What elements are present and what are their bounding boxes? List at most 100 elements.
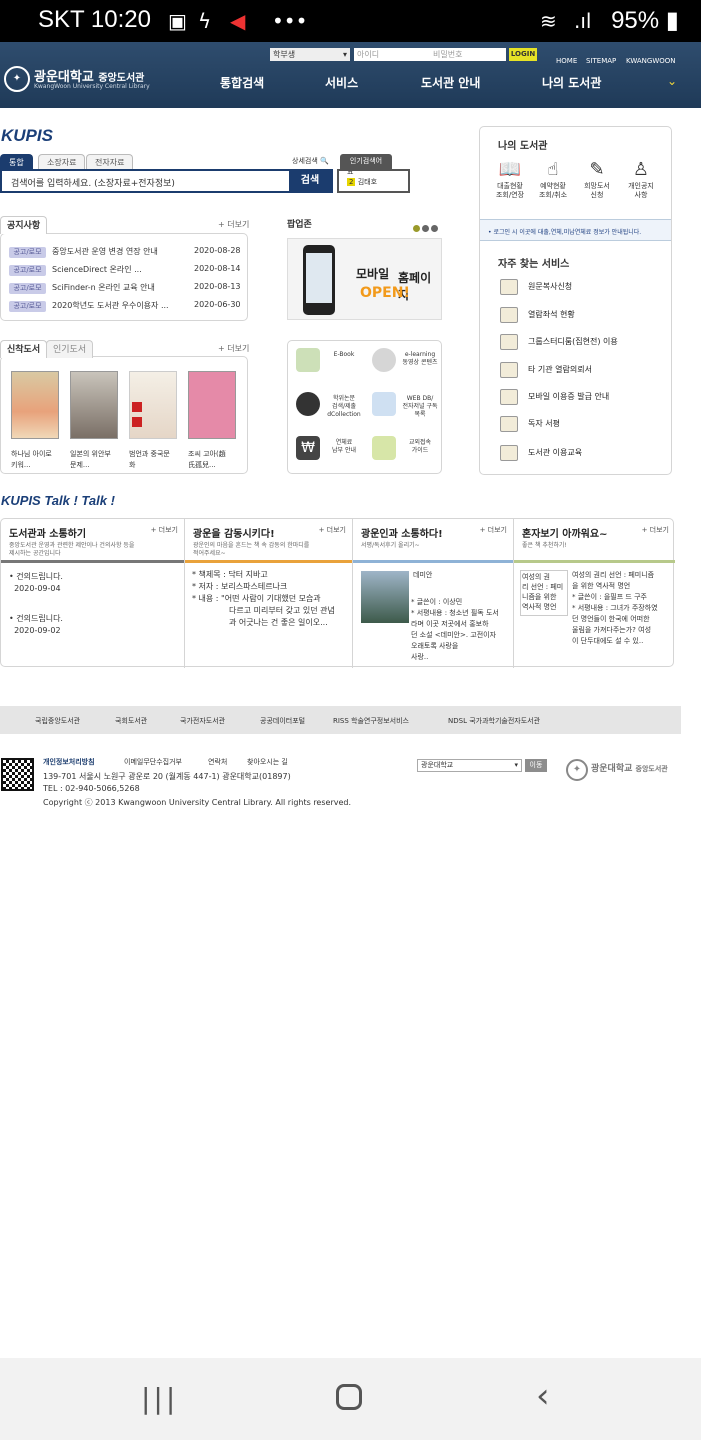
talk-post[interactable]: • 건의드립니다. 2020-09-04 bbox=[9, 571, 63, 595]
notice-row[interactable]: 공고/로모 2020학년도 도서관 우수이용자 ... 2020-06-30 bbox=[9, 299, 243, 315]
notice-title[interactable]: 중앙도서관 운영 변경 연장 안내 bbox=[52, 246, 192, 257]
tab-notice[interactable]: 공지사항 bbox=[0, 216, 48, 234]
talk-quote[interactable]: * 책제목 : 닥터 지바고 * 저자 : 보리스파스테르나크 * 내용 : "어떤… bbox=[192, 569, 350, 629]
book-caption[interactable]: 조씨 고아(趙 氏孤兒... bbox=[188, 449, 240, 471]
notice-category: 공고/로모 bbox=[9, 247, 46, 258]
talk-header: 도서관과 소통하기 중앙도서관 운영과 관련한 제안이나 건의사항 등을 제시하는 … bbox=[1, 519, 184, 563]
nav-my-library[interactable]: 나의 도서관 bbox=[542, 74, 601, 91]
dcollection-link[interactable]: 학위논문 검색/제출 dCollection bbox=[290, 386, 364, 426]
tab-new-books[interactable]: 신착도서 bbox=[0, 340, 48, 358]
freq-service-item[interactable]: 모바일 이용증 발급 안내 bbox=[500, 387, 670, 407]
freq-service-item[interactable]: 그룹스터디룸(집현전) 이용 bbox=[500, 332, 670, 352]
talk-more-link[interactable]: + 더보기 bbox=[642, 525, 669, 535]
email-refusal-link[interactable]: 이메일무단수집거부 bbox=[124, 757, 182, 767]
notice-row[interactable]: 공고/로모 ScienceDirect 온라인 ... 2020-08-14 bbox=[9, 263, 243, 279]
tab-integrated[interactable]: 통합 bbox=[0, 154, 33, 170]
popup-dot[interactable] bbox=[431, 225, 438, 232]
wifi-icon: ≋ bbox=[540, 9, 557, 33]
related-site-link[interactable]: RISS 학술연구정보서비스 bbox=[333, 716, 409, 726]
popup-dot[interactable] bbox=[413, 225, 420, 232]
recent-apps-icon[interactable]: ||| bbox=[141, 1382, 178, 1415]
overdue-fee-link[interactable]: ₩ 연체료 납부 안내 bbox=[290, 430, 364, 470]
recommend-text[interactable]: 여성의 권리 선언 : 페미니즘 을 위한 역사적 명언 * 글쓴이 : 을필프 드… bbox=[572, 570, 672, 647]
nav-library-info[interactable]: 도서관 안내 bbox=[421, 74, 480, 91]
related-site-link[interactable]: 국립중앙도서관 bbox=[35, 716, 80, 726]
home-link[interactable]: HOME bbox=[556, 57, 577, 65]
book-cover[interactable] bbox=[188, 371, 236, 439]
search-placeholder: 검색어를 입력하세요. (소장자료+전자정보) bbox=[11, 179, 175, 189]
book-caption[interactable]: 일본의 위안부 문제... bbox=[70, 449, 122, 471]
banner-line1: 모바일 bbox=[356, 267, 390, 281]
popup-dot[interactable] bbox=[422, 225, 429, 232]
book-caption[interactable]: 범언과 중국문 화 bbox=[129, 449, 181, 471]
contact-link[interactable]: 연락처 bbox=[208, 757, 227, 767]
book-cover[interactable] bbox=[70, 371, 118, 439]
go-button[interactable]: 이동 bbox=[525, 759, 547, 772]
elearning-link[interactable]: e-learning 동영상 콘텐츠 bbox=[366, 342, 440, 382]
webdb-link[interactable]: WEB DB/전자저널 구독목록 bbox=[366, 386, 440, 426]
tab-holdings[interactable]: 소장자료 bbox=[38, 154, 86, 170]
book-cover[interactable] bbox=[11, 371, 59, 439]
reservation-link[interactable]: ☝ 예약현황 조회/취소 bbox=[531, 158, 575, 200]
sitemap-link[interactable]: SITEMAP bbox=[586, 57, 616, 65]
books-more-link[interactable]: + 더보기 bbox=[218, 343, 249, 354]
notice-row[interactable]: 공고/로모 중앙도서관 운영 변경 연장 안내 2020-08-28 bbox=[9, 245, 243, 261]
freq-service-item[interactable]: 도서관 이용교육 bbox=[500, 443, 670, 463]
chevron-down-icon[interactable]: ⌄ bbox=[667, 74, 677, 88]
talk-more-link[interactable]: + 더보기 bbox=[319, 525, 346, 535]
review-book-title[interactable]: 데미안 bbox=[413, 569, 432, 581]
home-icon[interactable] bbox=[336, 1384, 362, 1410]
kwangwoon-link[interactable]: KWANGWOON bbox=[626, 57, 676, 65]
related-site-link[interactable]: NDSL 국가과학기술전자도서관 bbox=[448, 716, 540, 726]
search-input[interactable]: 검색어를 입력하세요. (소장자료+전자정보) 검색 bbox=[0, 169, 333, 193]
login-button[interactable]: LOGIN bbox=[509, 48, 537, 61]
megaphone-icon: ◀ bbox=[230, 9, 246, 33]
personal-notice-link[interactable]: ♙ 개인공지 사항 bbox=[619, 158, 663, 200]
back-icon[interactable]: ‹ bbox=[536, 1376, 550, 1416]
university-seal-icon[interactable]: ✦ bbox=[4, 66, 30, 92]
notice-title[interactable]: ScienceDirect 온라인 ... bbox=[52, 264, 192, 275]
mobile-homepage-banner[interactable]: 모바일 홈페이지 OPEN! bbox=[287, 238, 442, 320]
qr-code-icon[interactable] bbox=[1, 758, 34, 791]
directions-link[interactable]: 찾아오시는 길 bbox=[247, 757, 288, 767]
nav-search[interactable]: 통합검색 bbox=[220, 74, 264, 91]
popular-keyword[interactable]: 요 bbox=[347, 171, 408, 177]
site-select[interactable]: 광운대학교 ▾ bbox=[417, 759, 522, 772]
freq-service-item[interactable]: 타 기관 열람의뢰서 bbox=[500, 360, 670, 380]
book-cover[interactable] bbox=[129, 371, 177, 439]
loan-status-link[interactable]: 📖 대출현황 조회/연장 bbox=[488, 158, 532, 200]
request-book-link[interactable]: ✎ 희망도서 신청 bbox=[575, 158, 619, 200]
review-book-cover[interactable] bbox=[361, 571, 409, 623]
recommend-book-image[interactable]: 여성의 권리 선언 : 페미 니즘을 위한 역사적 명언 bbox=[520, 570, 568, 616]
tab-e-resources[interactable]: 전자자료 bbox=[86, 154, 134, 170]
password-input[interactable]: 비밀번호 bbox=[430, 48, 506, 61]
notice-title[interactable]: 2020학년도 도서관 우수이용자 ... bbox=[52, 300, 192, 311]
search-button[interactable]: 검색 bbox=[289, 171, 331, 191]
talk-more-link[interactable]: + 더보기 bbox=[151, 525, 178, 535]
talk-post[interactable]: • 건의드립니다. 2020-09-02 bbox=[9, 613, 63, 637]
review-text[interactable]: * 글쓴이 : 이상민 * 서평내용 : 청소년 필독 도서 라며 이곳 저곳에서 … bbox=[411, 597, 511, 663]
popular-keywords-tab[interactable]: 인기검색어 bbox=[340, 154, 392, 169]
talk-more-link[interactable]: + 더보기 bbox=[480, 525, 507, 535]
freq-service-item[interactable]: 열람좌석 현황 bbox=[500, 305, 670, 325]
notice-title[interactable]: SciFinder-n 온라인 교육 안내 bbox=[52, 282, 192, 293]
offcampus-guide-link[interactable]: 교외접속 가이드 bbox=[366, 430, 440, 470]
notice-row[interactable]: 공고/로모 SciFinder-n 온라인 교육 안내 2020-08-13 bbox=[9, 281, 243, 297]
phone-icon bbox=[303, 245, 335, 315]
advanced-search-link[interactable]: 상세검색 🔍 bbox=[292, 156, 329, 166]
id-input[interactable]: 아이디 bbox=[354, 48, 430, 61]
nav-service[interactable]: 서비스 bbox=[325, 74, 358, 91]
user-type-select[interactable]: 학부생 ▾ bbox=[270, 48, 350, 61]
privacy-policy-link[interactable]: 개인정보처리방침 bbox=[43, 757, 95, 767]
talk-panel: 도서관과 소통하기 중앙도서관 운영과 관련한 제안이나 건의사항 등을 제시하는 … bbox=[0, 518, 675, 668]
related-site-link[interactable]: 국회도서관 bbox=[115, 716, 147, 726]
freq-service-item[interactable]: 원문복사신청 bbox=[500, 277, 670, 297]
notice-more-link[interactable]: + 더보기 bbox=[218, 219, 249, 230]
related-site-link[interactable]: 공공데이터포털 bbox=[260, 716, 305, 726]
tab-popular-books[interactable]: 인기도서 bbox=[46, 340, 94, 358]
popular-keyword[interactable]: 2 김태호 bbox=[347, 177, 408, 187]
freq-service-item[interactable]: 독자 서평 bbox=[500, 414, 670, 434]
ebook-link[interactable]: E-Book bbox=[290, 342, 364, 382]
related-site-link[interactable]: 국가전자도서관 bbox=[180, 716, 225, 726]
book-caption[interactable]: 하나님 아이로 키워... bbox=[11, 449, 63, 471]
